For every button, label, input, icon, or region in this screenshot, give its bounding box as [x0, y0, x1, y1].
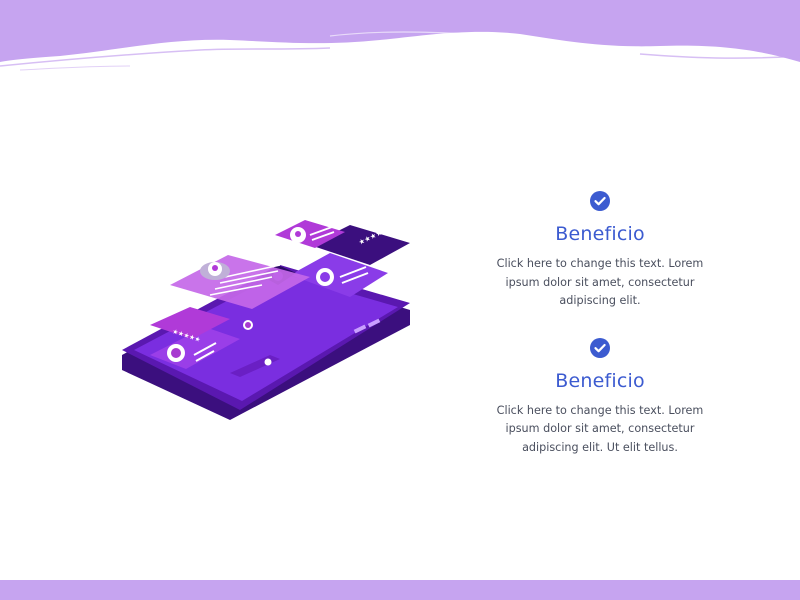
benefit-title: Beneficio: [555, 223, 645, 245]
benefits-list: Beneficio Click here to change this text…: [480, 190, 720, 483]
benefit-item: Beneficio Click here to change this text…: [480, 190, 720, 311]
check-circle-icon: [589, 190, 611, 212]
benefit-text: Click here to change this text. Lorem ip…: [496, 403, 704, 454]
bottom-bar-decoration: [0, 580, 800, 600]
check-circle-icon: [589, 337, 611, 359]
benefit-item: Beneficio Click here to change this text…: [480, 337, 720, 458]
benefit-text: Click here to change this text. Lorem ip…: [496, 257, 704, 307]
benefit-title: Beneficio: [555, 369, 645, 392]
smartphone-chat-illustration: ★★★★★ ★★★★★: [122, 220, 410, 420]
top-wave-decoration: [0, 0, 800, 71]
